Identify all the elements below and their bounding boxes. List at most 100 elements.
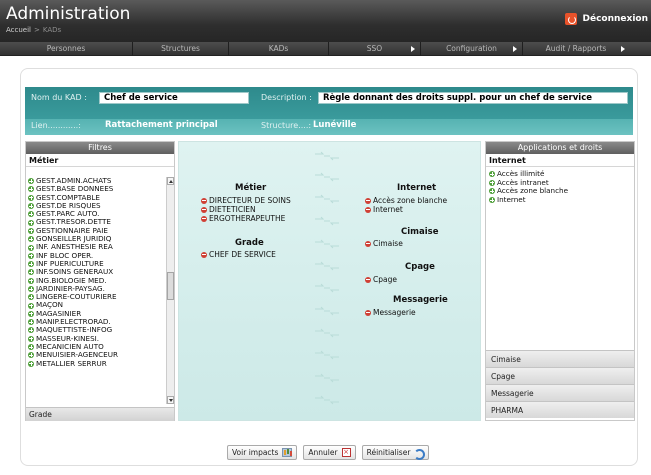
selected-item[interactable]: Cimaise [365, 239, 403, 248]
add-icon[interactable] [28, 277, 34, 284]
nav-label: Audit / Rapports [545, 44, 607, 53]
add-icon[interactable] [28, 360, 34, 367]
add-icon[interactable] [28, 294, 34, 301]
add-icon[interactable] [28, 327, 34, 334]
add-icon[interactable] [28, 227, 34, 234]
nav-label: Structures [161, 44, 200, 53]
selected-item-label: Accès zone blanche [373, 196, 448, 205]
cancel-label: Annuler [308, 448, 338, 457]
transfer-arrows-icon [315, 239, 339, 249]
add-icon[interactable] [28, 211, 34, 218]
application-section[interactable]: Cpage [486, 367, 634, 384]
add-icon[interactable] [28, 244, 34, 251]
application-item-label: Internet [497, 194, 526, 204]
link-label: Lien............: [31, 121, 81, 130]
nav-configuration[interactable]: Configuration [421, 42, 523, 56]
view-impacts-button[interactable]: Voir impacts [227, 445, 298, 460]
cimaise-heading: Cimaise [401, 227, 439, 237]
remove-icon[interactable] [201, 197, 207, 204]
add-icon[interactable] [28, 261, 34, 268]
add-icon[interactable] [28, 286, 34, 292]
add-icon[interactable] [28, 178, 34, 185]
selected-item[interactable]: ERGOTHERAPEUTHE [201, 214, 285, 223]
transfer-arrows-icon [315, 261, 339, 271]
submenu-arrow-icon [513, 46, 517, 52]
add-icon[interactable] [28, 335, 34, 342]
filter-scrollbar[interactable] [166, 177, 174, 404]
filters-category[interactable]: Métier [26, 154, 174, 167]
selected-item-label: CHEF DE SERVICE [209, 250, 276, 259]
add-icon[interactable] [28, 269, 34, 276]
add-icon[interactable] [489, 188, 495, 195]
add-icon[interactable] [28, 302, 34, 309]
description-field[interactable]: Règle donnant des droits suppl. pour un … [318, 92, 628, 104]
add-icon[interactable] [28, 203, 34, 210]
application-item[interactable]: Internet [486, 194, 634, 205]
application-section[interactable]: PHARMA [486, 401, 634, 418]
internet-heading: Internet [397, 183, 437, 193]
structure-value: Lunéville [313, 120, 357, 130]
applications-title: Applications et droits [486, 142, 634, 154]
nav-structures[interactable]: Structures [133, 42, 229, 56]
filter-item[interactable]: METALLIER SERRUR [28, 358, 162, 368]
add-icon[interactable] [28, 319, 34, 326]
transfer-arrows-icon [315, 216, 339, 226]
app-title: Administration [6, 4, 131, 24]
add-icon[interactable] [28, 219, 34, 226]
selected-item[interactable]: DIRECTEUR DE SOINS [201, 196, 291, 205]
filters-grade-section[interactable]: Grade [26, 407, 174, 421]
remove-icon[interactable] [201, 206, 207, 213]
transfer-arrows-icon [315, 306, 339, 316]
remove-icon[interactable] [365, 240, 371, 247]
add-icon[interactable] [28, 194, 34, 201]
add-icon[interactable] [489, 171, 495, 178]
remove-icon[interactable] [365, 276, 371, 283]
filters-title: Filtres [26, 142, 174, 154]
power-icon [564, 13, 577, 25]
add-icon[interactable] [28, 186, 34, 193]
application-section[interactable]: Messagerie [486, 384, 634, 401]
remove-icon[interactable] [365, 309, 371, 316]
nav-label: KADs [268, 44, 289, 53]
cpage-heading: Cpage [405, 262, 435, 272]
selected-item[interactable]: Accès zone blanche [365, 196, 447, 205]
add-icon[interactable] [489, 179, 495, 186]
scroll-thumb[interactable] [167, 272, 174, 300]
filter-item-label: METALLIER SERRUR [36, 358, 107, 368]
grade-heading: Grade [235, 238, 264, 248]
add-icon[interactable] [28, 310, 34, 317]
add-icon[interactable] [489, 197, 495, 204]
selected-item[interactable]: Internet [365, 205, 403, 214]
kad-name-field[interactable]: Chef de service [99, 92, 249, 104]
selection-area: Métier DIRECTEUR DE SOINS DIETETICIEN ERGO… [178, 141, 481, 421]
selected-item[interactable]: Messagerie [365, 308, 416, 317]
selected-item[interactable]: DIETETICIEN [201, 205, 256, 214]
breadcrumb-home[interactable]: Accueil [6, 26, 31, 34]
applications-category[interactable]: Internet [486, 154, 634, 167]
add-icon[interactable] [28, 344, 34, 351]
selected-item[interactable]: Cpage [365, 275, 397, 284]
reset-button[interactable]: Réinitialiser [361, 445, 430, 460]
nav-sso[interactable]: SSO [329, 42, 421, 56]
selected-item[interactable]: CHEF DE SERVICE [201, 250, 276, 259]
add-icon[interactable] [28, 352, 34, 359]
remove-icon[interactable] [365, 206, 371, 213]
nav-audit-rapports[interactable]: Audit / Rapports [523, 42, 629, 56]
nav-personnes[interactable]: Personnes [0, 42, 133, 56]
messagerie-heading: Messagerie [393, 295, 448, 305]
logout-button[interactable]: Déconnexion [564, 13, 648, 25]
application-section[interactable]: Cimaise [486, 350, 634, 367]
remove-icon[interactable] [201, 215, 207, 222]
nav-kads[interactable]: KADs [229, 42, 329, 56]
selected-item-label: Messagerie [373, 308, 416, 317]
scroll-up-icon[interactable] [167, 177, 174, 185]
scroll-down-icon[interactable] [167, 396, 174, 404]
kad-info-band: Nom du KAD : Chef de service Description… [25, 87, 633, 135]
remove-icon[interactable] [201, 251, 207, 258]
main-nav: Personnes Structures KADs SSO Configurat… [0, 42, 651, 56]
applications-panel: Applications et droits Internet Accès il… [485, 141, 635, 421]
cancel-button[interactable]: Annuler × [303, 445, 356, 460]
add-icon[interactable] [28, 252, 34, 259]
remove-icon[interactable] [365, 197, 371, 204]
add-icon[interactable] [28, 236, 34, 243]
